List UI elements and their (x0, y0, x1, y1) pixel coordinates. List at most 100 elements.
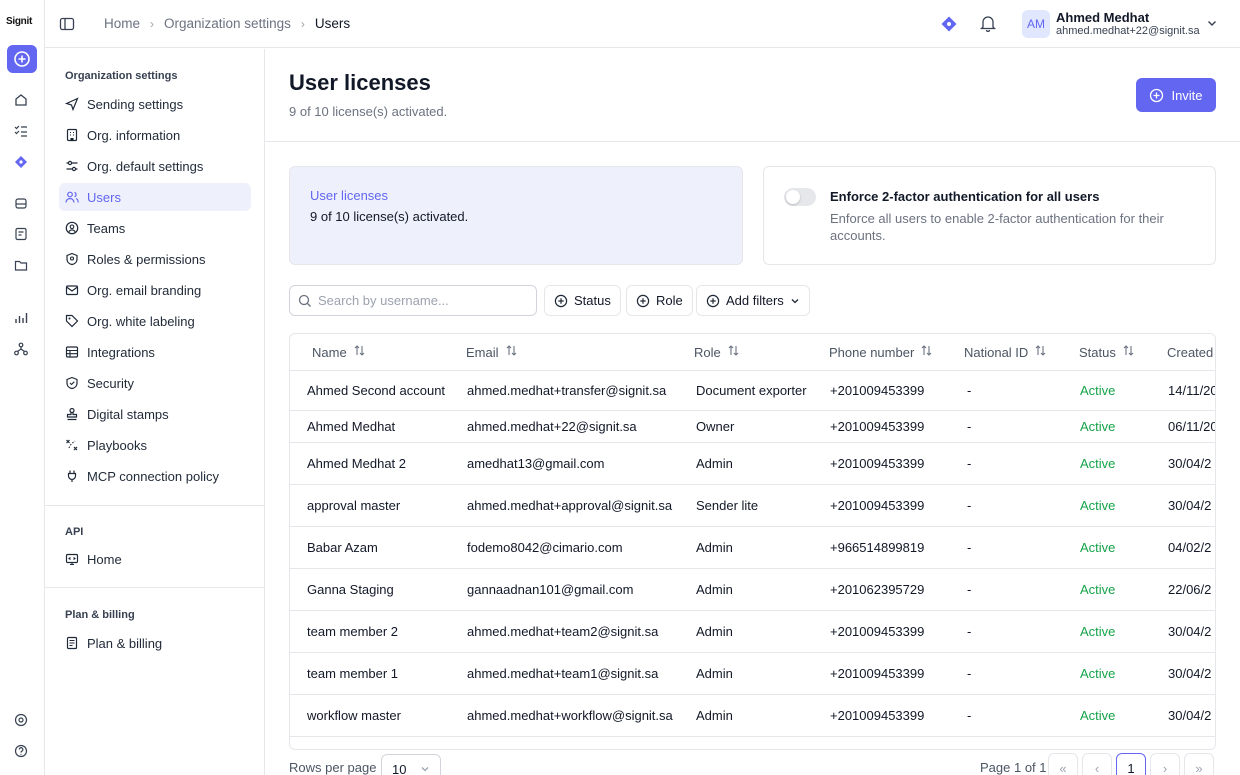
sidebar-item-plan-billing[interactable]: Plan & billing (59, 629, 251, 657)
sidebar-item-label: Plan & billing (87, 635, 163, 651)
table-row[interactable]: Ahmed Medhat ahmed.medhat+22@signit.sa Own… (290, 411, 1216, 443)
cell-phone-number: +966514899819 (830, 540, 925, 555)
cell-role: Admin (696, 624, 733, 639)
table-row[interactable]: Babar Azam fodemo8042@cimario.com Admin +96… (290, 527, 1215, 569)
page-button-current[interactable]: 1 (1116, 753, 1146, 775)
rail-documents[interactable] (13, 226, 29, 242)
sidebar-panel-icon (59, 17, 75, 31)
document-icon (15, 227, 27, 241)
twofa-toggle[interactable] (784, 188, 816, 206)
users-table: Name Email Role Phone number National ID Stat… (289, 333, 1216, 750)
cell-name: Ganna Staging (307, 582, 394, 597)
sidebar-item-digital-stamps[interactable]: Digital stamps (59, 400, 251, 428)
rail-stamps[interactable] (13, 195, 29, 211)
next-page-button[interactable]: › (1150, 753, 1180, 775)
settings-sidebar: Organization settings Sending settings O… (45, 49, 265, 775)
prev-page-button[interactable]: ‹ (1082, 753, 1112, 775)
cell-role: Sender lite (696, 498, 759, 513)
hierarchy-icon (14, 342, 28, 356)
sort-icon (1034, 344, 1047, 360)
rail-help[interactable] (13, 743, 29, 759)
rows-per-page-select[interactable]: 10 (381, 754, 441, 775)
table-row[interactable]: team member 1 ahmed.medhat+team1@signit.s… (290, 653, 1215, 695)
invite-button[interactable]: Invite (1136, 78, 1216, 112)
sidebar-item-label: MCP connection policy (87, 468, 219, 484)
sidebar-item-label: Org. default settings (87, 158, 204, 174)
sidebar-item-org-white-labeling[interactable]: Org. white labeling (59, 307, 251, 335)
shield-check-icon (66, 376, 78, 390)
page-title: User licenses (289, 70, 431, 95)
sidebar-item-roles-permissions[interactable]: Roles & permissions (59, 245, 251, 273)
avatar[interactable]: AM (1022, 10, 1050, 38)
sidebar-item-teams[interactable]: Teams (59, 214, 251, 242)
cell-name: team member 2 (307, 624, 399, 639)
sidebar-divider (45, 587, 265, 588)
sidebar-group-billing: Plan & billing (65, 609, 135, 621)
table-row[interactable]: Ganna Staging gannaadnan101@gmail.com Admi… (290, 569, 1215, 611)
column-header-email[interactable]: Email (466, 334, 518, 370)
breadcrumb-home[interactable]: Home (104, 16, 140, 31)
create-button[interactable] (7, 45, 37, 73)
table-row[interactable]: Ahmed Second account ahmed.medhat+transfe… (290, 370, 1215, 411)
column-header-label: Phone number (829, 344, 915, 360)
notifications-button[interactable] (979, 15, 997, 35)
rail-analytics[interactable] (13, 310, 29, 326)
chevron-left-icon: ‹ (1094, 760, 1100, 775)
workflow-shortcut[interactable] (940, 15, 958, 36)
cell-national-id: - (967, 582, 972, 597)
sidebar-item-label: Sending settings (87, 96, 184, 112)
cell-created: 06/11/20 (1168, 419, 1216, 434)
role-filter-button[interactable]: Role (626, 285, 693, 316)
table-row[interactable]: team member 2 ahmed.medhat+team2@signit.s… (290, 611, 1215, 653)
sidebar-item-org-email-branding[interactable]: Org. email branding (59, 276, 251, 304)
sidebar-item-playbooks[interactable]: Playbooks (59, 431, 251, 459)
breadcrumb-org-settings[interactable]: Organization settings (164, 16, 291, 31)
table-row[interactable]: approval master ahmed.medhat+approval@sig… (290, 485, 1215, 527)
sidebar-item-label: Org. white labeling (87, 313, 195, 329)
sidebar-item-security[interactable]: Security (59, 369, 251, 397)
add-filters-button[interactable]: Add filters (696, 285, 810, 316)
column-header-label: National ID (964, 344, 1029, 360)
rail-org[interactable] (13, 341, 29, 357)
user-name[interactable]: Ahmed Medhat (1056, 10, 1149, 25)
cell-name: workflow master (307, 708, 401, 723)
sidebar-item-org-information[interactable]: Org. information (59, 121, 251, 149)
column-header-role[interactable]: Role (694, 334, 740, 370)
rail-folders[interactable] (13, 257, 29, 273)
search-input[interactable] (318, 286, 532, 315)
column-header-created[interactable]: Created (1167, 334, 1213, 370)
rail-settings[interactable] (13, 712, 29, 728)
playbook-icon (66, 439, 78, 451)
sidebar-item-api-home[interactable]: Home (59, 545, 251, 573)
column-header-national-id[interactable]: National ID (964, 334, 1047, 370)
cell-national-id: - (967, 419, 972, 434)
table-row[interactable]: Ahmed Medhat 2 amedhat13@gmail.com Admin +2… (290, 443, 1215, 485)
column-header-phone-number[interactable]: Phone number (829, 334, 933, 370)
chevrons-right-icon: » (1195, 760, 1203, 775)
add-filters-label: Add filters (726, 293, 784, 308)
last-page-button[interactable]: » (1184, 753, 1214, 775)
column-header-name[interactable]: Name (312, 334, 366, 370)
rail-tasks[interactable] (13, 123, 29, 139)
status-filter-button[interactable]: Status (544, 285, 621, 316)
table-row[interactable]: workflow master ahmed.medhat+workflow@sig… (290, 695, 1215, 737)
gear-icon (14, 713, 28, 727)
sidebar-item-label: Security (87, 375, 134, 391)
rail-workflows[interactable] (13, 154, 29, 170)
user-menu-toggle[interactable] (1206, 17, 1218, 32)
cell-email: ahmed.medhat+team1@signit.sa (467, 666, 659, 681)
sidebar-item-sending-settings[interactable]: Sending settings (59, 90, 251, 118)
first-page-button[interactable]: « (1048, 753, 1078, 775)
column-header-status[interactable]: Status (1079, 334, 1135, 370)
rail-home[interactable] (13, 92, 29, 108)
cell-phone-number: +201009453399 (830, 666, 925, 681)
cell-created: 04/02/2 (1168, 540, 1212, 555)
sidebar-item-integrations[interactable]: Integrations (59, 338, 251, 366)
sidebar-item-users[interactable]: Users (59, 183, 251, 211)
diamond-icon (941, 16, 957, 32)
app-logo[interactable]: Signit (6, 16, 32, 27)
sidebar-item-org-default-settings[interactable]: Org. default settings (59, 152, 251, 180)
sidebar-item-mcp-connection-policy[interactable]: MCP connection policy (59, 462, 251, 490)
sidebar-toggle[interactable] (59, 16, 75, 32)
cell-email: amedhat13@gmail.com (467, 456, 605, 471)
